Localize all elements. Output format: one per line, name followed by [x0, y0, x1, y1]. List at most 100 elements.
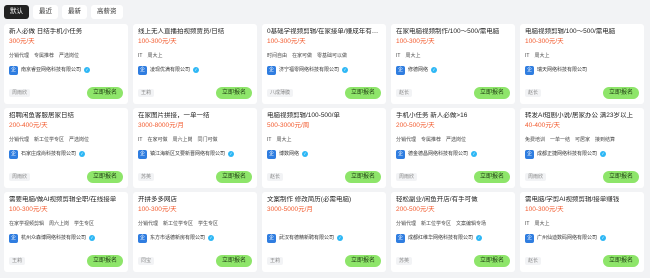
- company-logo-icon: 企: [9, 149, 18, 159]
- job-title[interactable]: 文案制作 修改简历(必需电脑): [267, 196, 381, 204]
- apply-button[interactable]: 立即报名: [344, 255, 381, 267]
- card-footer: 赵长 立即报名: [396, 87, 510, 99]
- job-card[interactable]: 在家电脑视频制作/100～500/需电脑 100-300元/天 IT 周大上 企 …: [391, 24, 515, 104]
- apply-button[interactable]: 立即报名: [215, 87, 252, 99]
- recruiter-name: 赵长: [525, 257, 542, 265]
- apply-button[interactable]: 立即报名: [473, 87, 510, 99]
- recruiter-name: 苏英: [396, 257, 413, 265]
- job-title[interactable]: 轻松副业/闲鱼开店/有手可做: [396, 196, 510, 204]
- job-tags: IT 周大上: [396, 52, 510, 60]
- job-tag: 分销代理: [9, 53, 30, 59]
- company-logo-icon: 企: [138, 233, 147, 243]
- apply-button[interactable]: 立即报名: [86, 171, 123, 183]
- apply-button[interactable]: 立即报名: [473, 255, 510, 267]
- apply-button[interactable]: 立即报名: [215, 255, 252, 267]
- job-title[interactable]: 需电脑/学剪AI视频剪辑/接单赚钱: [525, 196, 639, 204]
- job-title[interactable]: 在家电脑视频制作/100～500/需电脑: [396, 28, 510, 36]
- apply-button[interactable]: 立即报名: [344, 87, 381, 99]
- job-title[interactable]: 开拼多多网店: [138, 196, 252, 204]
- job-title[interactable]: 手机小任务 新人必做>16: [396, 112, 510, 120]
- company-logo-icon: 企: [267, 233, 276, 243]
- job-title[interactable]: 转发AI短剧小说/居家办公 满23岁以上: [525, 112, 639, 120]
- card-footer: 赵长 立即报名: [267, 171, 381, 183]
- job-tag: 同门可做: [197, 137, 218, 143]
- job-tag: 在家可做: [292, 53, 313, 59]
- job-title[interactable]: 0基础学视频剪辑/在家接单/赚成年有电脑: [267, 28, 381, 36]
- verified-icon: ✓: [302, 151, 309, 157]
- job-title[interactable]: 招聘闲鱼客服居家日结: [9, 112, 123, 120]
- apply-button[interactable]: 立即报名: [86, 255, 123, 267]
- job-tags: 分销代理 新工位学专区 学生专区: [138, 220, 252, 228]
- job-salary: 100-300元/天: [9, 206, 48, 213]
- job-tag: 接到结算: [595, 137, 616, 143]
- apply-button[interactable]: 立即报名: [215, 171, 252, 183]
- filter-tabs: 默认 最近 最新 高薪资: [4, 5, 123, 19]
- job-title[interactable]: 在家图片拼接，一单一结: [138, 112, 252, 120]
- job-title[interactable]: 线上无人直播拍视频贾员/日结: [138, 28, 252, 36]
- card-footer: 同宝 立即报名: [138, 255, 252, 267]
- job-card[interactable]: 需电脑/学剪AI视频剪辑/接单赚钱 100-300元/天 IT 周大上 企 广州仙…: [520, 192, 644, 272]
- recruiter-name: 同宝: [138, 257, 155, 265]
- company-name: 石家庄成尚科技有限公司: [21, 150, 77, 157]
- job-card[interactable]: 转发AI短剧小说/居家办公 满23岁以上 40-400元/天 免费培训 一单一结可…: [520, 108, 644, 188]
- job-card[interactable]: 在家图片拼接，一单一结 3000-8000元/月 IT 在家可做 周六上岗 同门可做 …: [133, 108, 257, 188]
- job-title[interactable]: 电脑视频剪辑/100-500/单: [267, 112, 381, 120]
- tab-default[interactable]: 默认: [4, 5, 29, 19]
- apply-button[interactable]: 立即报名: [86, 87, 123, 99]
- tab-high-salary[interactable]: 高薪资: [91, 5, 123, 19]
- job-card[interactable]: 线上无人直播拍视频贾员/日结 100-300元/天 IT 周大上 企 凌现优满有限…: [133, 24, 257, 104]
- job-card[interactable]: 需要电脑/做AI视频剪辑全职/在线接单 100-300元/天 在家学视频剪辑 周六…: [4, 192, 128, 272]
- job-title[interactable]: 新人必做 日结手机小任务: [9, 28, 123, 36]
- recruiter-name: 赵长: [396, 89, 413, 97]
- job-tag: 周大上: [405, 53, 421, 59]
- recruiter-name: 赵长: [267, 173, 284, 181]
- job-title[interactable]: 电脑视频剪辑/100～500/需电脑: [525, 28, 639, 36]
- card-footer: 周雨欣 立即报名: [525, 171, 639, 183]
- tab-newest[interactable]: 最新: [62, 5, 87, 19]
- job-tag: 分销代理: [396, 221, 417, 227]
- job-card[interactable]: 轻松副业/闲鱼开店/有手可做 200-500元/天 分销代理 新工位学专区 文案编辑…: [391, 192, 515, 272]
- verified-icon: ✓: [89, 235, 96, 241]
- apply-button[interactable]: 立即报名: [602, 255, 639, 267]
- job-tag: 学生专区: [198, 221, 219, 227]
- job-tag: 周大上: [147, 53, 163, 59]
- job-card[interactable]: 0基础学视频剪辑/在家接单/赚成年有电脑 100-300元/天 时间自由 在家可做…: [262, 24, 386, 104]
- job-card[interactable]: 电脑视频剪辑/100-500/单 500-3000元/周 IT 周大上 企 博数网…: [262, 108, 386, 188]
- company-row: 企 广州仙迪数码网络有限公司 ✓: [525, 233, 639, 243]
- card-footer: 赵长 立即报名: [525, 255, 639, 267]
- apply-button[interactable]: 立即报名: [473, 171, 510, 183]
- job-card[interactable]: 电脑视频剪辑/100～500/需电脑 100-300元/天 IT 周大上 企 瑞天…: [520, 24, 644, 104]
- job-card[interactable]: 新人必做 日结手机小任务 300元/天 分销代理 专属推荐 严选岗位 企 南京睿亚网…: [4, 24, 128, 104]
- company-logo-icon: 企: [138, 149, 147, 159]
- verified-icon: ✓: [471, 151, 478, 157]
- job-tag: 一单一结: [550, 137, 571, 143]
- company-name: 镇江海新区又要新晋网络有限公司: [150, 150, 225, 157]
- job-card[interactable]: 文案制作 修改简历(必需电脑) 3000-5000元/月 企 武汉有德精新聘有限…: [262, 192, 386, 272]
- job-card[interactable]: 手机小任务 新人必做>16 200-500元/天 分销代理 专属推荐 严选岗位 企 …: [391, 108, 515, 188]
- job-tag: 分销代理: [396, 137, 417, 143]
- apply-button[interactable]: 立即报名: [602, 87, 639, 99]
- tab-recent[interactable]: 最近: [33, 5, 58, 19]
- apply-button[interactable]: 立即报名: [344, 171, 381, 183]
- job-salary: 100-300元/天: [525, 38, 564, 45]
- job-tag: 专属推荐: [34, 53, 55, 59]
- apply-button[interactable]: 立即报名: [602, 171, 639, 183]
- job-card[interactable]: 招聘闲鱼客服居家日结 200-400元/天 分销代理 新工位学专区 严选岗位 企 石…: [4, 108, 128, 188]
- job-card[interactable]: 开拼多多网店 100-300元/天 分销代理 新工位学专区 学生专区 企 东方市话德…: [133, 192, 257, 272]
- recruiter-name: 周雨欣: [9, 173, 31, 181]
- company-name: 武汉有德精新聘有限公司: [279, 234, 335, 241]
- recruiter-name: 周雨欣: [525, 173, 547, 181]
- job-tag: 在家学视频剪辑: [9, 221, 45, 227]
- company-row: 企 石家庄成尚科技有限公司 ✓: [9, 149, 123, 159]
- job-tag: IT: [267, 137, 272, 143]
- job-tag: 周大上: [534, 53, 550, 59]
- job-salary: 100-300元/天: [267, 38, 306, 45]
- verified-icon: ✓: [600, 151, 607, 157]
- job-tag: 周六上岗: [172, 137, 193, 143]
- recruiter-name: 王莉: [9, 257, 26, 265]
- company-logo-icon: 企: [396, 65, 405, 75]
- recruiter-name: 周雨欣: [9, 89, 31, 97]
- job-tag: 专属推荐: [421, 137, 442, 143]
- verified-icon: ✓: [193, 67, 200, 73]
- job-title[interactable]: 需要电脑/做AI视频剪辑全职/在线接单: [9, 196, 123, 204]
